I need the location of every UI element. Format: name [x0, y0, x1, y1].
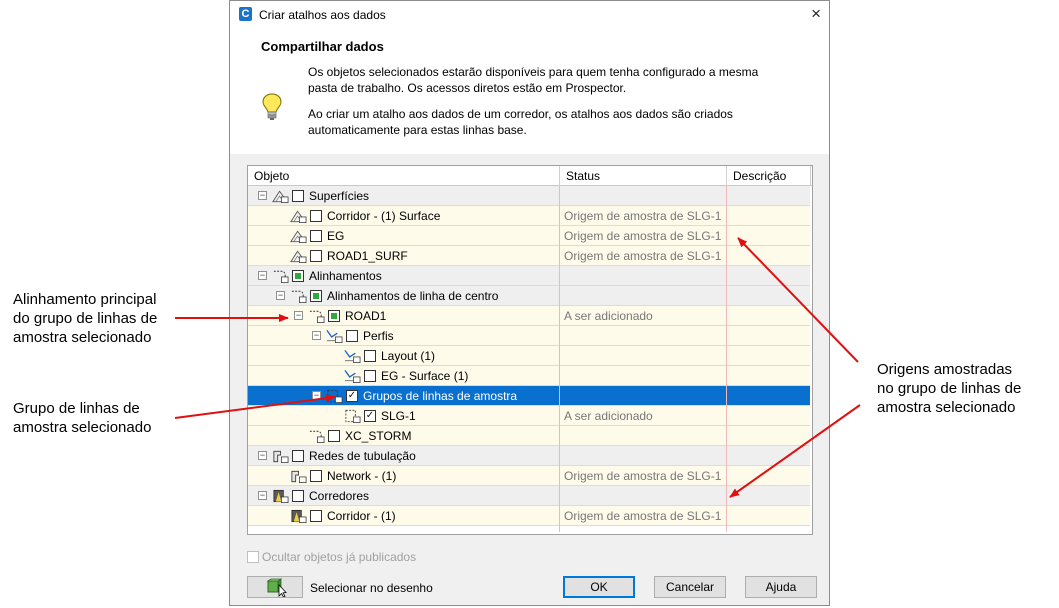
row-label: Corridor - (1)	[327, 509, 396, 523]
column-header-objeto[interactable]: Objeto	[254, 169, 289, 183]
column-header-status[interactable]: Status	[566, 169, 600, 183]
row-label: Alinhamentos	[309, 269, 382, 283]
pipe-icon	[273, 450, 289, 463]
row-label: Superfícies	[309, 189, 370, 203]
hide-published-label: Ocultar objetos já publicados	[262, 550, 417, 564]
profile-icon	[344, 349, 361, 363]
row-label: EG - Surface (1)	[381, 369, 469, 383]
collapse-toggle-icon[interactable]: −	[258, 491, 267, 500]
column-header-descricao[interactable]: Descrição	[733, 169, 786, 183]
corr-icon	[291, 509, 307, 523]
pipe-icon	[291, 470, 307, 483]
help-button[interactable]: Ajuda	[745, 576, 817, 598]
row-checkbox[interactable]	[292, 190, 304, 202]
row-checkbox[interactable]	[364, 370, 376, 382]
row-checkbox[interactable]	[328, 310, 340, 322]
collapse-toggle-icon[interactable]: −	[258, 271, 267, 280]
row-label: Corridor - (1) Surface	[327, 209, 441, 223]
row-label: Network - (1)	[327, 469, 397, 483]
row-checkbox[interactable]	[346, 330, 358, 342]
row-status: Origem de amostra de SLG-1	[564, 469, 722, 483]
row-checkbox[interactable]	[310, 210, 322, 222]
collapse-toggle-icon[interactable]: −	[312, 331, 321, 340]
row-checkbox[interactable]	[292, 490, 304, 502]
row-label: Grupos de linhas de amostra	[363, 389, 518, 403]
row-checkbox[interactable]	[292, 270, 304, 282]
collapse-toggle-icon[interactable]: −	[276, 291, 285, 300]
header-panel: Compartilhar dados Os objetos selecionad…	[230, 30, 829, 154]
lightbulb-icon	[262, 93, 282, 120]
row-status: A ser adicionado	[564, 409, 653, 423]
annotation-main-alignment: Alinhamento principal do grupo de linhas…	[13, 291, 158, 346]
corr-icon	[273, 489, 289, 503]
select-in-drawing-button[interactable]	[247, 576, 303, 598]
row-status: Origem de amostra de SLG-1	[564, 509, 722, 523]
row-label: Layout (1)	[381, 349, 436, 363]
row-status: Origem de amostra de SLG-1	[564, 249, 722, 263]
title-bar: C Criar atalhos aos dados ×	[230, 1, 829, 30]
profile-icon	[344, 369, 361, 383]
row-status: Origem de amostra de SLG-1	[564, 209, 722, 223]
row-checkbox[interactable]	[364, 350, 376, 362]
align-icon	[291, 290, 307, 303]
slg-icon	[327, 389, 343, 403]
row-label: ROAD1	[345, 309, 387, 323]
row-label: EG	[327, 229, 345, 243]
align-icon	[309, 310, 325, 323]
row-checkbox[interactable]	[310, 510, 322, 522]
align-icon	[273, 270, 289, 283]
collapse-toggle-icon[interactable]: −	[312, 391, 321, 400]
align-icon	[309, 430, 325, 443]
row-label: Redes de tubulação	[309, 449, 416, 463]
hide-published-checkbox[interactable]	[247, 551, 259, 563]
row-checkbox[interactable]: ✓	[346, 390, 358, 402]
dialog-window: C Criar atalhos aos dados × Compartilhar…	[229, 0, 830, 606]
row-checkbox[interactable]	[328, 430, 340, 442]
profile-icon	[326, 329, 343, 343]
ok-button[interactable]: OK	[563, 576, 635, 598]
surface-icon	[272, 190, 289, 203]
surface-icon	[290, 250, 307, 263]
row-status: A ser adicionado	[564, 309, 653, 323]
surface-icon	[290, 210, 307, 223]
objects-tree-grid[interactable]: Objeto Status Descrição − Superfícies Corr…	[247, 165, 813, 535]
row-status: Origem de amostra de SLG-1	[564, 229, 722, 243]
annotation-sampled-sources: Origens amostradas no grupo de linhas de…	[877, 361, 1022, 416]
collapse-toggle-icon[interactable]: −	[258, 191, 267, 200]
slg-icon	[345, 409, 361, 423]
row-checkbox[interactable]: ✓	[364, 410, 376, 422]
row-checkbox[interactable]	[292, 450, 304, 462]
collapse-toggle-icon[interactable]: −	[258, 451, 267, 460]
civil3d-app-icon: C	[239, 7, 252, 21]
row-label: XC_STORM	[345, 429, 412, 443]
select-in-drawing-icon	[266, 578, 287, 598]
grid-header: Objeto Status Descrição	[248, 166, 812, 186]
row-label: ROAD1_SURF	[327, 249, 408, 263]
row-checkbox[interactable]	[310, 250, 322, 262]
info-text: Os objetos selecionados estarão disponív…	[308, 65, 759, 137]
window-title: Criar atalhos aos dados	[259, 8, 386, 22]
annotation-sample-line-group: Grupo de linhas de amostra selecionado	[13, 400, 152, 436]
row-label: Perfis	[363, 329, 394, 343]
select-in-drawing-label: Selecionar no desenho	[310, 581, 433, 595]
row-label: Alinhamentos de linha de centro	[327, 289, 499, 303]
close-icon[interactable]: ×	[811, 4, 821, 24]
collapse-toggle-icon[interactable]: −	[294, 311, 303, 320]
row-checkbox[interactable]	[310, 290, 322, 302]
row-label: SLG-1	[381, 409, 416, 423]
surface-icon	[290, 230, 307, 243]
row-label: Corredores	[309, 489, 370, 503]
cancel-button[interactable]: Cancelar	[654, 576, 726, 598]
header-title: Compartilhar dados	[261, 39, 384, 54]
row-checkbox[interactable]	[310, 470, 322, 482]
row-checkbox[interactable]	[310, 230, 322, 242]
